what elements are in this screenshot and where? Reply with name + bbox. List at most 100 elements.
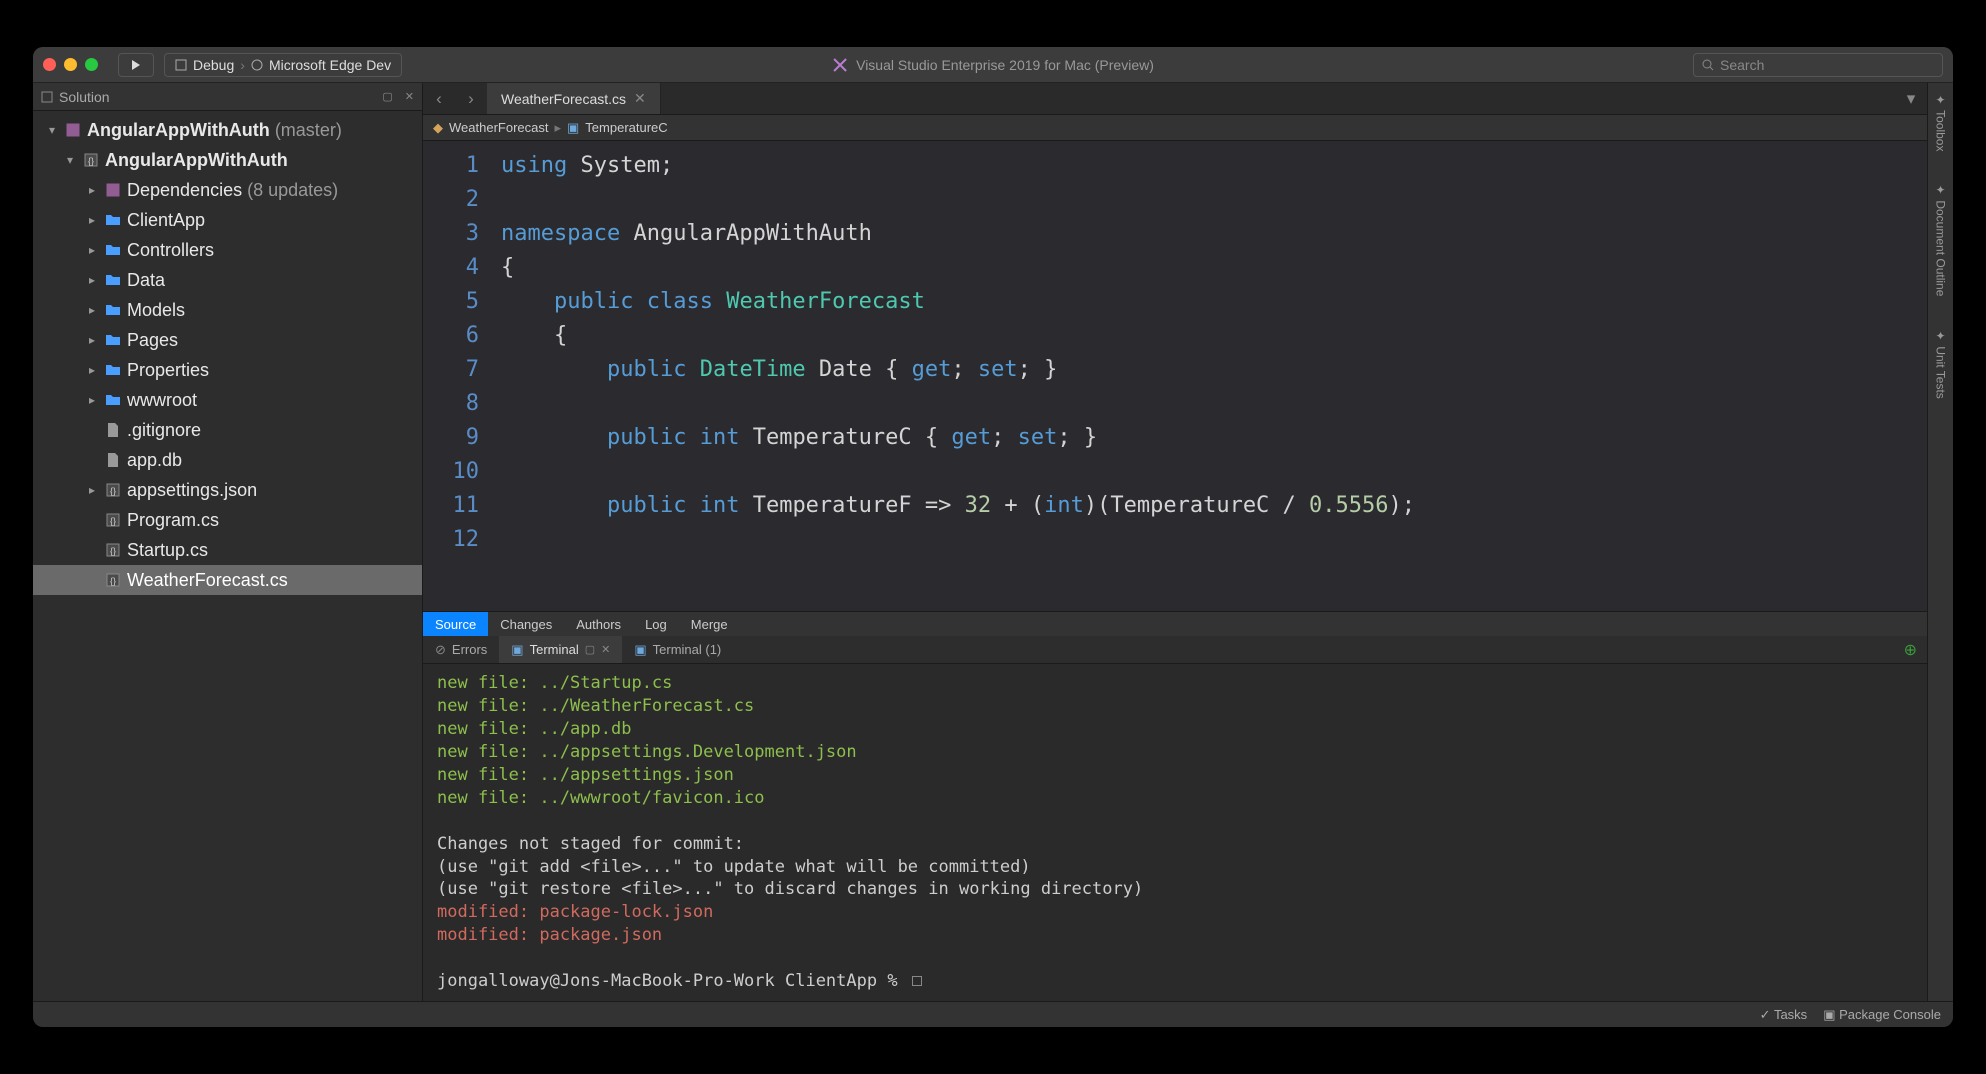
item-icon	[63, 122, 83, 138]
tab-close-icon[interactable]: ✕	[601, 643, 610, 656]
item-label: Controllers	[127, 240, 214, 261]
tree-item[interactable]: .gitignore	[33, 415, 422, 445]
tab-menu-button[interactable]: ▾	[1895, 83, 1927, 114]
tree-item[interactable]: {} Startup.cs	[33, 535, 422, 565]
item-icon	[103, 422, 123, 438]
item-label: appsettings.json	[127, 480, 257, 501]
item-icon: {}	[81, 152, 101, 168]
chevron-icon: ▸	[85, 303, 99, 317]
item-label: Dependencies (8 updates)	[127, 180, 338, 201]
package-console-button[interactable]: ▣ Package Console	[1823, 1007, 1941, 1023]
item-icon	[103, 182, 123, 198]
source-control-bar: SourceChangesAuthorsLogMerge	[423, 612, 1927, 636]
item-icon: {}	[103, 542, 123, 558]
solution-explorer: Solution ▢ ✕ ▾ AngularAppWithAuth (master…	[33, 83, 423, 1001]
config-target-label: Debug	[193, 57, 234, 73]
tree-item[interactable]: {}WeatherForecast.cs	[33, 565, 422, 595]
tree-item[interactable]: ▾{}AngularAppWithAuth	[33, 145, 422, 175]
svg-text:{}: {}	[110, 546, 116, 556]
solution-panel-header: Solution ▢ ✕	[33, 83, 422, 111]
tree-item[interactable]: ▸Models	[33, 295, 422, 325]
tree-item[interactable]: ▸Dependencies (8 updates)	[33, 175, 422, 205]
editor-tabstrip: ‹ › WeatherForecast.cs ✕ ▾	[423, 83, 1927, 115]
cursor	[912, 976, 922, 986]
source-tab[interactable]: Authors	[564, 612, 633, 636]
item-label: Startup.cs	[127, 540, 208, 561]
errors-tab[interactable]: ⊘ Errors	[423, 636, 499, 663]
svg-text:{}: {}	[88, 156, 94, 166]
close-window-button[interactable]	[43, 58, 56, 71]
error-icon: ⊘	[435, 642, 446, 658]
chevron-icon: ▸	[85, 483, 99, 497]
titlebar: Debug › Microsoft Edge Dev Visual Studio…	[33, 47, 1953, 83]
tree-item[interactable]: app.db	[33, 445, 422, 475]
bottom-tabstrip: ⊘ Errors ▣ Terminal ▢ ✕ ▣ Terminal (1) ⊕	[423, 636, 1927, 664]
tree-item[interactable]: ▸Pages	[33, 325, 422, 355]
item-label: AngularAppWithAuth (master)	[87, 120, 342, 141]
terminal-tab[interactable]: ▣ Terminal ▢ ✕	[499, 636, 622, 663]
item-label: Pages	[127, 330, 178, 351]
item-label: .gitignore	[127, 420, 201, 441]
terminal2-tab[interactable]: ▣ Terminal (1)	[622, 636, 733, 663]
code-editor[interactable]: 123456789101112 using System;namespace A…	[423, 141, 1927, 611]
tree-item[interactable]: ▸Controllers	[33, 235, 422, 265]
status-bar: ✓ Tasks ▣ Package Console	[33, 1001, 1953, 1027]
svg-text:{}: {}	[110, 486, 116, 496]
code-area[interactable]: using System;namespace AngularAppWithAut…	[493, 141, 1927, 611]
item-icon: {}	[103, 512, 123, 528]
chevron-icon: ▸	[85, 273, 99, 287]
item-icon	[103, 332, 123, 348]
tree-item[interactable]: ▸ {} appsettings.json	[33, 475, 422, 505]
right-tab[interactable]: ✦ Toolbox	[1932, 87, 1950, 157]
source-tab[interactable]: Merge	[679, 612, 740, 636]
tasks-button[interactable]: ✓ Tasks	[1760, 1007, 1808, 1023]
source-tab[interactable]: Log	[633, 612, 679, 636]
item-icon	[103, 272, 123, 288]
panel-close-icon[interactable]: ✕	[405, 90, 414, 103]
tree-item[interactable]: {}Program.cs	[33, 505, 422, 535]
body: Solution ▢ ✕ ▾ AngularAppWithAuth (master…	[33, 83, 1953, 1001]
breadcrumb[interactable]: ◆ WeatherForecast ▸ ▣ TemperatureC	[423, 115, 1927, 141]
config-browser-label: Microsoft Edge Dev	[269, 57, 391, 73]
window-controls	[43, 58, 98, 71]
source-tab[interactable]: Changes	[488, 612, 564, 636]
editor-tab[interactable]: WeatherForecast.cs ✕	[487, 83, 661, 114]
item-icon	[103, 242, 123, 258]
item-icon	[103, 212, 123, 228]
tree-item[interactable]: ▸Data	[33, 265, 422, 295]
terminal-icon: ▣	[511, 642, 523, 658]
tree-item[interactable]: ▾ AngularAppWithAuth (master)	[33, 115, 422, 145]
search-input[interactable]: Search	[1693, 53, 1943, 77]
app-title: Visual Studio Enterprise 2019 for Mac (P…	[832, 57, 1154, 73]
editor-column: ‹ › WeatherForecast.cs ✕ ▾ ◆ WeatherFore…	[423, 83, 1927, 1001]
item-icon	[103, 302, 123, 318]
tree-item[interactable]: ▸wwwroot	[33, 385, 422, 415]
nav-fwd-button[interactable]: ›	[455, 83, 487, 114]
property-icon: ▣	[567, 120, 579, 136]
tree-item[interactable]: ▸ClientApp	[33, 205, 422, 235]
panel-collapse-icon[interactable]: ▢	[382, 90, 392, 103]
minimize-window-button[interactable]	[64, 58, 77, 71]
source-tab[interactable]: Source	[423, 612, 488, 636]
close-tab-icon[interactable]: ✕	[634, 90, 646, 107]
chevron-icon: ▾	[45, 123, 59, 137]
chevron-icon: ▾	[63, 153, 77, 167]
item-icon	[103, 392, 123, 408]
run-button[interactable]	[118, 53, 154, 77]
tab-collapse-icon[interactable]: ▢	[585, 643, 595, 656]
nav-back-button[interactable]: ‹	[423, 83, 455, 114]
item-icon: {}	[103, 482, 123, 498]
add-terminal-button[interactable]: ⊕	[1904, 640, 1917, 660]
right-tab[interactable]: ✦ Unit Tests	[1932, 323, 1950, 405]
item-label: app.db	[127, 450, 182, 471]
terminal-icon: ▣	[634, 642, 646, 658]
svg-text:{}: {}	[110, 576, 116, 586]
terminal-output[interactable]: new file: ../Startup.cs new file: ../Wea…	[423, 664, 1927, 1001]
right-tab[interactable]: ✦ Document Outline	[1932, 177, 1950, 302]
chevron-icon: ▸	[85, 213, 99, 227]
item-label: Program.cs	[127, 510, 219, 531]
tree-item[interactable]: ▸Properties	[33, 355, 422, 385]
run-config-selector[interactable]: Debug › Microsoft Edge Dev	[164, 53, 402, 77]
maximize-window-button[interactable]	[85, 58, 98, 71]
ide-window: Debug › Microsoft Edge Dev Visual Studio…	[33, 47, 1953, 1027]
